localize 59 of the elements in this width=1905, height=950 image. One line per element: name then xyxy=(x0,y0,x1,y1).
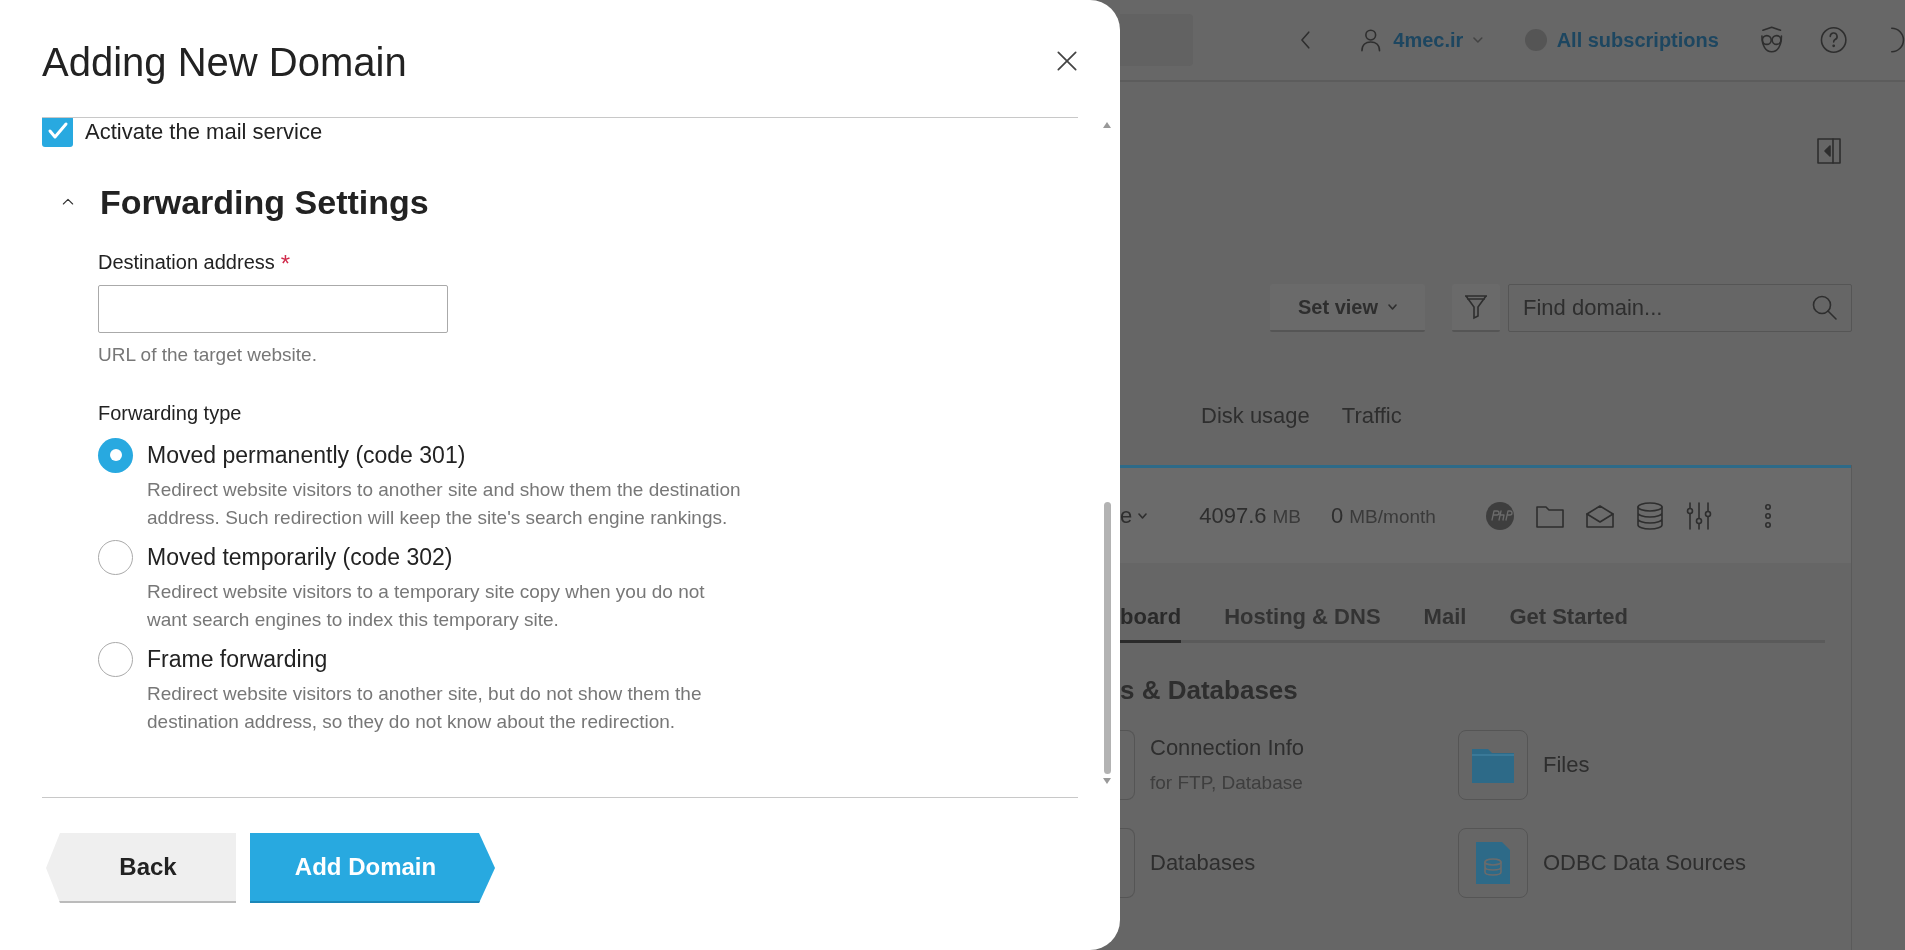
tool-card[interactable] xyxy=(1458,730,1528,800)
field-hint: URL of the target website. xyxy=(98,343,318,367)
panel-toggle-icon[interactable] xyxy=(1817,138,1841,164)
section-heading: Forwarding Settings xyxy=(100,181,429,223)
dialog-title: Adding New Domain xyxy=(42,39,407,86)
tool-title[interactable]: Files xyxy=(1543,750,1590,780)
tool-title[interactable]: Connection Info xyxy=(1150,732,1305,763)
option-description: Redirect website visitors to another site, but do not show them the destination address, so they do not know about the redirection. xyxy=(147,681,703,734)
search-field[interactable] xyxy=(1120,14,1194,66)
sliders-icon[interactable] xyxy=(1685,501,1712,530)
more-icon[interactable] xyxy=(1763,503,1772,528)
radio-button[interactable] xyxy=(98,437,133,473)
scroll-up-icon[interactable] xyxy=(1103,122,1111,128)
caret-icon xyxy=(1473,37,1484,43)
radio-label: Moved temporarily (code 302) xyxy=(147,542,454,572)
column-header[interactable]: Traffic xyxy=(1341,398,1402,432)
checkbox-label: Activate the mail service xyxy=(85,118,323,146)
subscriptions-menu[interactable]: All subscriptions xyxy=(1556,25,1719,55)
php-icon[interactable] xyxy=(1485,501,1514,530)
database-icon[interactable] xyxy=(1635,501,1664,530)
column-header[interactable]: Disk usage xyxy=(1201,398,1310,432)
tool-title[interactable]: Databases xyxy=(1150,848,1256,878)
filter-button[interactable] xyxy=(1452,284,1500,332)
radio-label: Frame forwarding xyxy=(147,644,329,674)
field-label: Destination address xyxy=(98,250,275,275)
owl-icon[interactable] xyxy=(1758,26,1785,54)
set-view-button[interactable]: Set view xyxy=(1270,284,1425,332)
option-description: Redirect website visitors to a temporary site copy when you do not want search engines to index this temporary site. xyxy=(147,579,706,632)
help-icon[interactable] xyxy=(1820,26,1848,54)
folder-icon[interactable] xyxy=(1535,503,1564,528)
database-file-icon xyxy=(1476,842,1510,884)
folder-icon xyxy=(1472,747,1514,783)
back-button[interactable]: Back xyxy=(46,833,236,903)
radio-button[interactable] xyxy=(98,641,133,677)
table-cell-text: e xyxy=(1120,502,1133,530)
tool-title[interactable]: ODBC Data Sources xyxy=(1543,848,1746,878)
checkbox[interactable] xyxy=(42,118,73,147)
filter-icon xyxy=(1464,294,1488,320)
user-icon[interactable] xyxy=(1359,28,1382,52)
input-field[interactable] xyxy=(98,285,448,333)
radio-label: Moved permanently (code 301) xyxy=(147,440,467,470)
tool-card[interactable] xyxy=(1120,828,1135,898)
user-menu[interactable]: 4mec.ir xyxy=(1393,25,1464,55)
section-heading: s & Databases xyxy=(1120,674,1299,707)
search-field[interactable]: Find domain... xyxy=(1508,284,1852,332)
tool-card[interactable] xyxy=(1120,730,1135,800)
tool-card[interactable] xyxy=(1458,828,1528,898)
radio-button[interactable] xyxy=(98,539,133,575)
required-mark: * xyxy=(280,254,291,274)
caret-icon[interactable] xyxy=(1138,512,1148,519)
add-domain-button[interactable]: Add Domain xyxy=(250,833,495,903)
scroll-down-icon[interactable] xyxy=(1103,778,1111,784)
search-icon[interactable] xyxy=(1812,295,1838,321)
envelope-icon[interactable] xyxy=(1585,503,1614,528)
field-label: Forwarding type xyxy=(98,400,243,426)
tab[interactable]: board xyxy=(1120,598,1182,643)
scrollbar-thumb[interactable] xyxy=(1103,502,1111,774)
caret-icon xyxy=(1388,304,1397,310)
option-description: Redirect website visitors to another site and show them the destination address. Such redirection will keep the site's search engine rankings. xyxy=(147,477,742,530)
